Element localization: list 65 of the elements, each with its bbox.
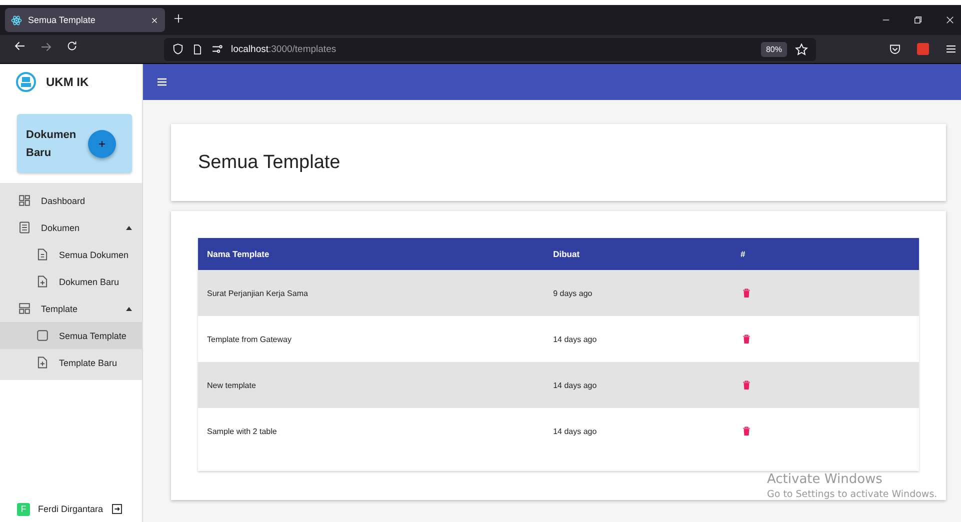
sidebar-item[interactable]: Semua Dokumen xyxy=(0,241,142,268)
template-icon xyxy=(18,302,31,315)
close-icon xyxy=(150,16,159,24)
zoom-level[interactable]: 80% xyxy=(760,42,787,56)
document-icon xyxy=(18,221,31,234)
column-header: Dibuat xyxy=(544,238,732,270)
user-name: Ferdi Dirgantara xyxy=(38,504,104,514)
new-document-label: Dokumen Baru xyxy=(26,128,78,160)
sidebar-item[interactable]: Dokumen Baru xyxy=(0,268,142,295)
star-icon xyxy=(795,42,808,56)
trash-icon xyxy=(740,287,752,299)
table-cell: 14 days ago xyxy=(544,316,732,362)
logo-icon xyxy=(16,72,36,92)
browser-tab[interactable]: Semua Template xyxy=(5,8,165,32)
activation-text: Go to Settings to activate Windows. xyxy=(767,489,938,500)
close-icon xyxy=(945,15,955,25)
sidebar-item[interactable]: Template Baru xyxy=(0,349,142,376)
table-cell: 14 days ago xyxy=(544,408,732,454)
sidebar-item[interactable]: Semua Template xyxy=(0,322,142,349)
delete-button[interactable] xyxy=(740,333,752,345)
caret-icon xyxy=(126,226,132,230)
pocket-icon xyxy=(889,43,901,55)
sidebar-item[interactable]: Template xyxy=(0,295,142,322)
sidebar-item[interactable]: Dashboard xyxy=(0,187,142,214)
page-icon xyxy=(36,329,49,342)
menu-button[interactable] xyxy=(156,76,168,88)
table-cell: Template from Gateway xyxy=(198,316,544,362)
table-cell: Sample with 2 table xyxy=(198,408,544,454)
sidebar-item[interactable]: Dokumen xyxy=(0,214,142,241)
page-title: Semua Template xyxy=(198,152,340,174)
menu-icon xyxy=(945,43,957,55)
plus-icon xyxy=(173,13,184,24)
column-header: Nama Template xyxy=(198,238,544,270)
back-icon xyxy=(14,40,26,52)
table-cell: Surat Perjanjian Kerja Sama xyxy=(198,270,544,316)
table-cell: New template xyxy=(198,362,544,408)
user-avatar: F xyxy=(17,502,30,516)
address-field[interactable]: localhost:3000/templates 80% xyxy=(164,38,816,60)
atom-icon xyxy=(11,14,22,26)
table-cell: 9 days ago xyxy=(544,270,732,316)
logout-icon xyxy=(111,503,124,515)
forward-icon xyxy=(40,41,52,53)
trash-icon xyxy=(740,425,752,437)
table-cell: 14 days ago xyxy=(544,362,732,408)
file-plus-icon xyxy=(36,356,49,369)
reload-icon xyxy=(66,40,78,52)
delete-button[interactable] xyxy=(740,379,752,391)
restore-icon xyxy=(913,15,923,25)
delete-button[interactable] xyxy=(740,425,752,437)
caret-icon xyxy=(126,306,132,310)
menu-icon xyxy=(156,76,168,88)
activation-title: Activate Windows xyxy=(767,472,884,487)
column-header: # xyxy=(732,238,919,270)
shield-icon xyxy=(172,43,184,55)
file-plus-icon xyxy=(36,275,49,288)
trash-icon xyxy=(740,379,752,391)
trash-icon xyxy=(740,333,752,345)
dashboard-icon xyxy=(18,194,31,207)
add-button[interactable] xyxy=(88,130,116,158)
sliders-icon xyxy=(211,43,223,55)
extension-icon[interactable] xyxy=(917,43,929,55)
brand-name: UKM IK xyxy=(46,75,89,89)
delete-button[interactable] xyxy=(740,287,752,299)
file-icon xyxy=(36,248,49,261)
page-icon xyxy=(192,44,203,54)
